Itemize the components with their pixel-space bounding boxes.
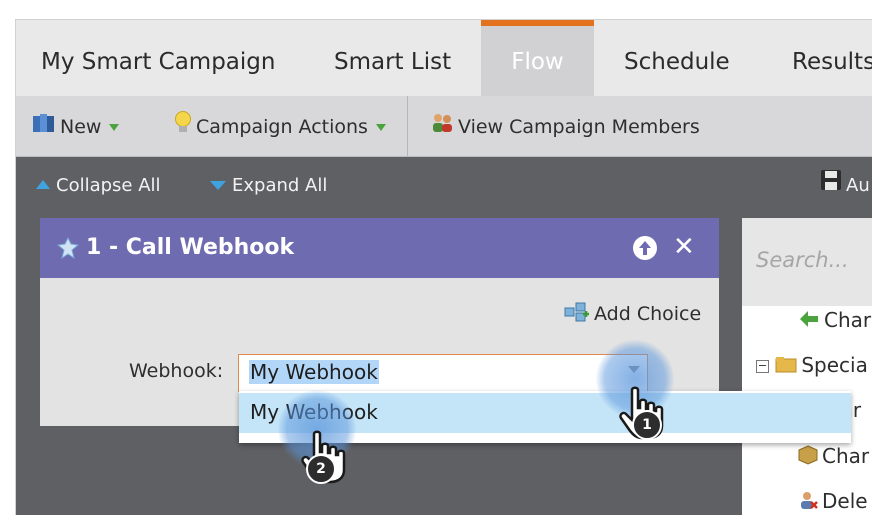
campaign-actions-label: Campaign Actions (196, 116, 368, 138)
collapse-all-button[interactable]: Collapse All (36, 157, 161, 215)
flow-step-title: 1 - Call Webhook (86, 235, 295, 260)
save-icon (820, 157, 842, 215)
flow-step-header[interactable]: 1 - Call Webhook ✕ (40, 218, 719, 278)
panel-item[interactable]: Char (798, 444, 869, 470)
box-icon (798, 445, 818, 470)
auto-save-label: Au (846, 175, 870, 196)
flow-actions: Collapse All Expand All Au (16, 157, 872, 215)
collapse-toggle-icon[interactable]: − (756, 360, 769, 373)
arrow-up-icon (639, 241, 651, 255)
members-icon (430, 97, 454, 159)
webhook-label: Webhook: (129, 360, 224, 382)
webhook-selected-value: My Webhook (249, 360, 379, 384)
chevron-down-icon (109, 124, 120, 131)
toolbar: New Campaign Actions View Campaign Membe… (16, 96, 872, 157)
expand-icon (210, 180, 226, 190)
tab-schedule[interactable]: Schedule (624, 20, 730, 96)
expand-all-label: Expand All (232, 175, 328, 196)
delete-person-icon (798, 490, 818, 515)
step-badge-2: 2 (306, 454, 336, 484)
collapse-icon (36, 179, 50, 189)
webhook-select[interactable]: My Webhook (238, 354, 648, 392)
flow-actions-panel: Search... Char − Specia nar Char Dele (742, 218, 872, 515)
lightbulb-icon (174, 97, 192, 159)
tab-smart-list[interactable]: Smart List (334, 20, 451, 96)
tab-flow[interactable]: Flow (481, 20, 594, 96)
webhook-step-icon (56, 236, 80, 263)
add-choice-button[interactable]: Add Choice (564, 302, 701, 327)
tab-bar: My Smart Campaign Smart List Flow Schedu… (16, 20, 872, 96)
search-box[interactable]: Search... (742, 218, 872, 306)
chevron-down-icon (375, 124, 386, 131)
panel-item-label: Char (824, 308, 872, 332)
add-choice-label: Add Choice (594, 303, 702, 325)
step-badge-1: 1 (632, 410, 662, 440)
panel-folder-special[interactable]: − Specia (756, 353, 868, 379)
new-menu-button[interactable]: New (32, 96, 120, 159)
view-campaign-members-label: View Campaign Members (458, 116, 700, 138)
tab-my-smart-campaign[interactable]: My Smart Campaign (41, 20, 275, 96)
search-placeholder: Search... (756, 248, 849, 272)
add-choice-icon (564, 302, 590, 327)
panel-item-label: Char (822, 444, 870, 468)
toolbar-divider (407, 96, 408, 156)
panel-item[interactable]: Char (798, 308, 871, 334)
tab-results[interactable]: Results (792, 20, 872, 96)
new-icon (32, 97, 56, 159)
panel-item[interactable]: Dele (798, 489, 868, 515)
change-icon (798, 309, 820, 334)
view-campaign-members-button[interactable]: View Campaign Members (430, 96, 700, 156)
new-label: New (60, 116, 102, 138)
folder-icon (775, 354, 797, 379)
campaign-actions-button[interactable]: Campaign Actions (174, 96, 386, 156)
expand-all-button[interactable]: Expand All (210, 157, 327, 215)
move-up-button[interactable] (633, 236, 657, 260)
panel-item-label: Dele (822, 489, 868, 513)
collapse-all-label: Collapse All (56, 175, 161, 196)
auto-save-button[interactable]: Au (820, 157, 870, 215)
panel-item-label: Specia (801, 353, 868, 377)
delete-step-button[interactable]: ✕ (673, 232, 695, 262)
